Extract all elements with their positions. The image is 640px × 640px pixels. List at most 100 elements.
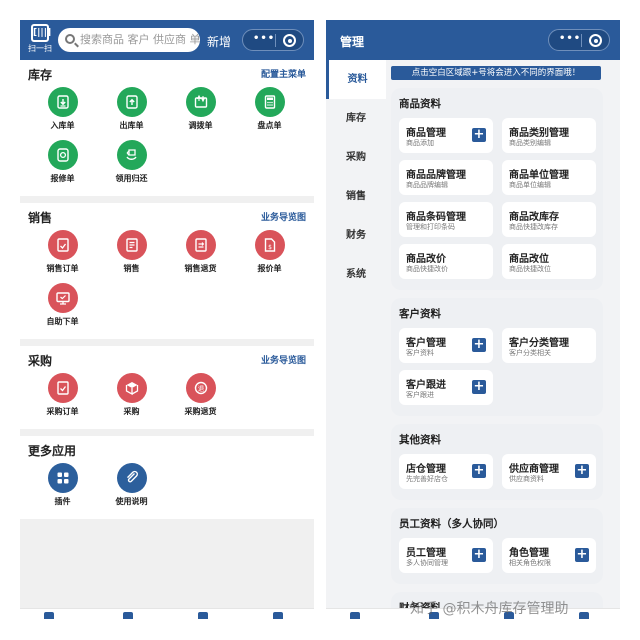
app-tile[interactable]: 盘点单 [235, 86, 304, 139]
page-title: 管理 [340, 35, 365, 49]
plus-icon[interactable]: + [472, 128, 486, 142]
scan-label: 扫一扫 [28, 44, 52, 53]
sidebar-item[interactable]: 销售 [326, 177, 386, 216]
tab-chart-icon[interactable] [198, 612, 208, 619]
home-sections: 库存 配置主菜单 入库单 出库单 调拨单 盘点单 报修单 领用归还 销售 业务导览图 销售订单 销售销… [20, 60, 314, 519]
card-item[interactable]: 客户跟进 客户跟进 + [399, 370, 493, 405]
card-title: 其他资料 [399, 434, 441, 446]
svg-text:退: 退 [197, 384, 204, 393]
more-icon[interactable]: ••• [253, 33, 275, 44]
app-tile-label: 调拨单 [188, 121, 213, 130]
card-item[interactable]: 商品改价 商品快捷改价 [399, 244, 493, 279]
card-item-name: 商品改价 [406, 254, 446, 265]
search-input[interactable]: 搜索商品 客户 供应商 单 [58, 28, 200, 52]
sales-return-icon [185, 230, 216, 260]
plus-icon[interactable]: + [575, 464, 589, 478]
manage-screen: 管理 ••• 资料 库存 采购 销售 财务 系统 点击空白区域跟+号将会进入不同的界面哦！… [326, 20, 620, 620]
card-item-sub: 相关角色权限 [509, 559, 551, 567]
app-tile[interactable]: 采购订单 [28, 372, 97, 425]
app-tile[interactable]: 报修单 [28, 139, 97, 192]
outbound-icon [116, 87, 147, 117]
section-title: 更多应用 [28, 444, 77, 458]
tab-manage-icon[interactable] [579, 612, 589, 619]
manage-header: 管理 ••• [326, 20, 620, 60]
inbound-icon [47, 87, 78, 117]
card-item-name: 商品单位管理 [509, 170, 569, 181]
search-placeholder: 搜索商品 客户 供应商 单 [80, 33, 200, 46]
more-icon[interactable]: ••• [559, 33, 581, 44]
card-item-sub: 客户分类相关 [509, 349, 551, 357]
card-item[interactable]: 员工管理 多人协同管理 + [399, 538, 493, 573]
card-item[interactable]: 商品管理 商品添加 + [399, 118, 493, 153]
tab-manage-icon[interactable] [273, 612, 283, 619]
plus-icon[interactable]: + [472, 548, 486, 562]
section-2: 采购 业务导览图 采购订单 采购退采购退货 [20, 346, 314, 429]
sidebar-item[interactable]: 系统 [326, 255, 386, 294]
close-icon[interactable] [589, 34, 602, 47]
manual-icon [116, 463, 147, 493]
sidebar-item[interactable]: 库存 [326, 99, 386, 138]
card-item[interactable]: 店仓管理 先完善好店仓 + [399, 454, 493, 489]
card-item-sub: 商品单位编辑 [509, 181, 551, 189]
app-tile-label: 销售订单 [46, 264, 79, 273]
card-item[interactable]: 商品改位 商品快捷改位 [502, 244, 596, 279]
quote-icon: $ [254, 230, 285, 260]
app-tile[interactable]: $ 报价单 [235, 229, 304, 282]
card-item[interactable]: 商品类别管理 商品类别编辑 [502, 118, 596, 153]
app-tile-label: 采购订单 [46, 407, 79, 416]
mini-program-capsule: ••• [242, 29, 304, 51]
card-item-sub: 商品品牌编辑 [406, 181, 448, 189]
card-item[interactable]: 商品条码管理 管理和打印条码 [399, 202, 493, 237]
add-new-button[interactable]: 新增 [207, 33, 231, 50]
bottom-tab-bar [20, 608, 314, 620]
section-1: 销售 业务导览图 销售订单 销售 销售退货 $ 报价单 自助下单 [20, 203, 314, 339]
card-title: 客户资料 [399, 308, 441, 320]
home-screen: [|||] 扫一扫 搜索商品 客户 供应商 单 新增 ••• 库存 配置主菜单 入库… [20, 20, 314, 620]
app-tile[interactable]: 插件 [28, 462, 97, 515]
app-tile-label: 采购 [123, 407, 140, 416]
app-tile[interactable]: 销售 [97, 229, 166, 282]
app-tile[interactable]: 自助下单 [28, 282, 97, 335]
plus-icon[interactable]: + [472, 380, 486, 394]
app-tile[interactable]: 使用说明 [97, 462, 166, 515]
card-item[interactable]: 客户管理 客户资料 + [399, 328, 493, 363]
card-item[interactable]: 客户分类管理 客户分类相关 [502, 328, 596, 363]
app-tile[interactable]: 领用归还 [97, 139, 166, 192]
app-tile[interactable]: 入库单 [28, 86, 97, 139]
card-item[interactable]: 商品品牌管理 商品品牌编辑 [399, 160, 493, 195]
card-item[interactable]: 供应商管理 供应商资料 + [502, 454, 596, 489]
section-header: 更多应用 [20, 436, 314, 462]
section-link[interactable]: 业务导览图 [261, 210, 306, 223]
section-link[interactable]: 业务导览图 [261, 353, 306, 366]
app-tile[interactable]: 出库单 [97, 86, 166, 139]
app-tile[interactable]: 销售退货 [166, 229, 235, 282]
card-item-name: 商品品牌管理 [406, 170, 466, 181]
tab-home-icon[interactable] [44, 612, 54, 619]
card-title: 员工资料（多人协同） [399, 518, 504, 530]
sidebar-item[interactable]: 财务 [326, 216, 386, 255]
card-item-sub: 管理和打印条码 [406, 223, 455, 231]
card-item-name: 店仓管理 [406, 464, 446, 475]
app-tile[interactable]: 销售订单 [28, 229, 97, 282]
card-item[interactable]: 商品单位管理 商品单位编辑 [502, 160, 596, 195]
search-icon [65, 34, 75, 44]
app-tile-label: 报价单 [257, 264, 282, 273]
section-link[interactable]: 配置主菜单 [261, 67, 306, 80]
plus-icon[interactable]: + [472, 464, 486, 478]
sidebar-item[interactable]: 资料 [326, 60, 386, 99]
tab-report-icon[interactable] [123, 612, 133, 619]
close-icon[interactable] [283, 34, 296, 47]
transfer-icon [185, 87, 216, 117]
scan-button[interactable]: [|||] 扫一扫 [26, 24, 54, 54]
app-tile[interactable]: 采购 [97, 372, 166, 425]
plus-icon[interactable]: + [472, 338, 486, 352]
sidebar-item[interactable]: 采购 [326, 138, 386, 177]
card-item[interactable]: 角色管理 相关角色权限 + [502, 538, 596, 573]
card-0: 商品资料 商品管理 商品添加 + 商品类别管理 商品类别编辑 商品品牌管理 商品品牌编辑 商品单… [391, 88, 603, 290]
app-tile[interactable]: 退采购退货 [166, 372, 235, 425]
sales-icon [116, 230, 147, 260]
card-item[interactable]: 商品改库存 商品快捷改库存 [502, 202, 596, 237]
tab-home-icon[interactable] [350, 612, 360, 619]
plus-icon[interactable]: + [575, 548, 589, 562]
app-tile[interactable]: 调拨单 [166, 86, 235, 139]
